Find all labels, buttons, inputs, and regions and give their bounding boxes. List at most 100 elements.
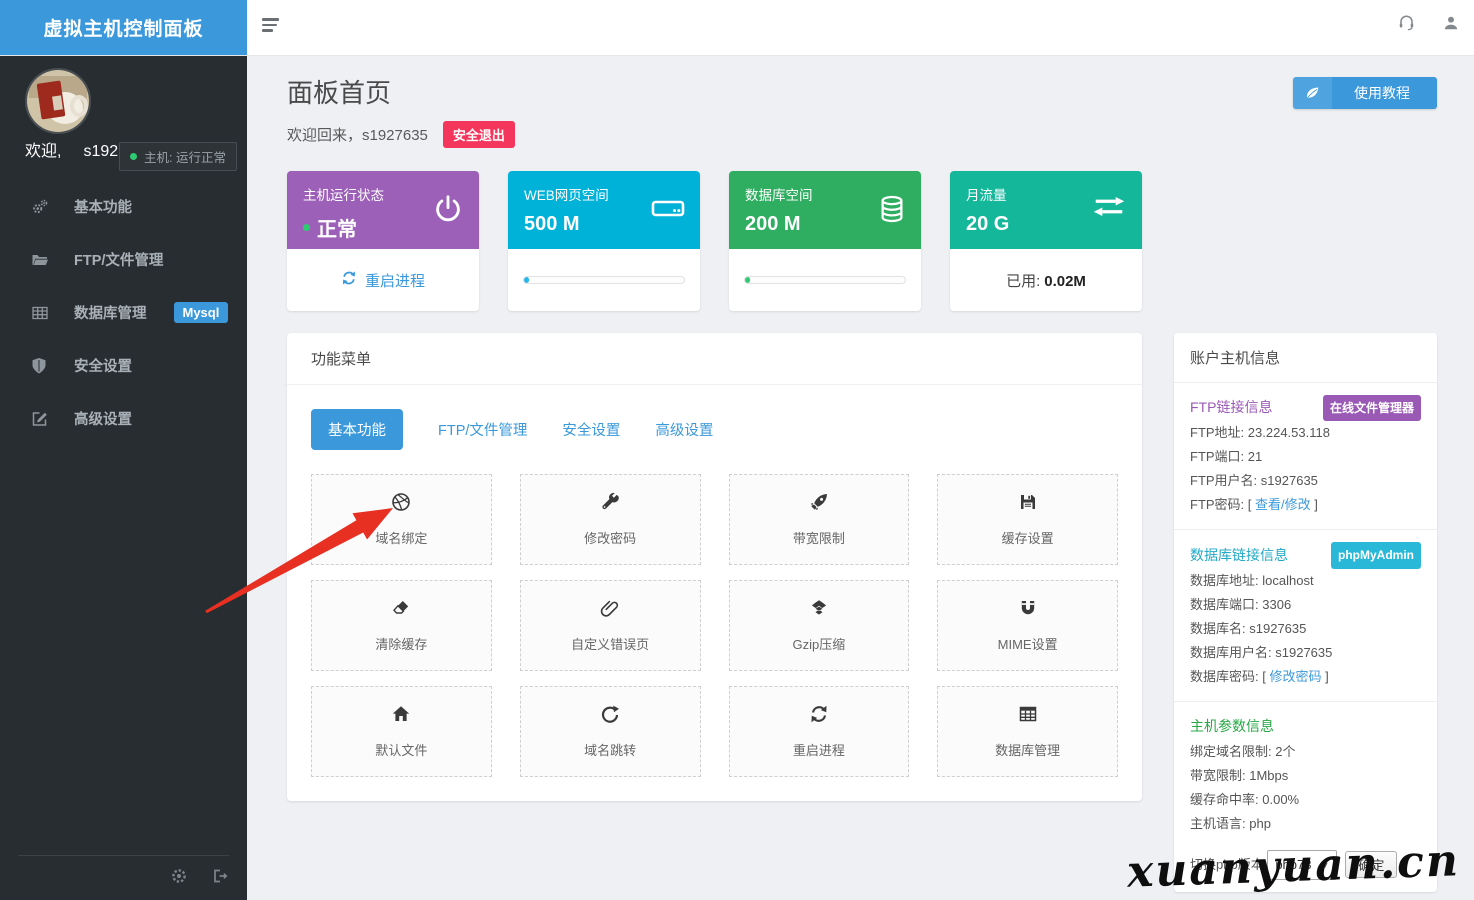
status-dot (303, 224, 310, 231)
tile-gzip-compression[interactable]: Gzip压缩 (729, 580, 910, 671)
ftp-info-section: FTP链接信息 在线文件管理器 FTP地址: 23.224.53.118 FTP… (1174, 383, 1437, 530)
tab-ftp-files[interactable]: FTP/文件管理 (438, 419, 527, 440)
host-params-heading: 主机参数信息 (1190, 714, 1421, 740)
signout-icon[interactable] (212, 868, 229, 889)
tile-custom-error-page[interactable]: 自定义错误页 (520, 580, 701, 671)
topbar: 虚拟主机控制面板 (0, 0, 1474, 56)
tile-restart-process[interactable]: 重启进程 (729, 686, 910, 777)
sidebar-item-basic-functions[interactable]: 基本功能 (0, 180, 247, 233)
db-password-modify-link[interactable]: 修改密码 (1269, 669, 1321, 684)
exchange-icon (1090, 193, 1128, 225)
sidebar-item-ftp-files[interactable]: FTP/文件管理 (0, 233, 247, 286)
tab-security[interactable]: 安全设置 (562, 419, 620, 440)
edit-icon (31, 410, 49, 428)
gear-icon[interactable] (171, 868, 187, 889)
home-icon (391, 704, 411, 729)
function-tile-grid: 域名绑定 修改密码 带宽限制 (311, 474, 1118, 777)
sidebar: 欢迎,s1927635 主机: 运行正常 基本功能 FTP/文件管理 数据库管理… (0, 55, 247, 900)
stat-card-db-space: 数据库空间 200 M (729, 171, 921, 311)
ftp-password-row: FTP密码: [ 查看/修改 ] (1190, 493, 1421, 517)
online-file-manager-button[interactable]: 在线文件管理器 (1323, 395, 1421, 421)
sidebar-item-label: 基本功能 (74, 196, 132, 217)
db-password-row: 数据库密码: [ 修改密码 ] (1190, 665, 1421, 689)
welcome-back-text: 欢迎回来，s1927635 (287, 124, 428, 145)
sidebar-item-label: 高级设置 (74, 408, 132, 429)
sidebar-item-label: 数据库管理 (74, 302, 147, 323)
logout-button[interactable]: 安全退出 (443, 121, 515, 148)
dropbox-icon (809, 598, 829, 623)
cache-hit-row: 缓存命中率: 0.00% (1190, 788, 1421, 812)
sidebar-nav: 基本功能 FTP/文件管理 数据库管理 Mysql 安全设置 高级设置 (0, 180, 247, 445)
save-icon (1018, 492, 1038, 517)
menu-toggle-icon[interactable] (262, 18, 279, 35)
sidebar-item-advanced[interactable]: 高级设置 (0, 392, 247, 445)
stat-card-traffic: 月流量 20 G 已用:0.02M (950, 171, 1142, 311)
bandwidth-limit-row: 带宽限制: 1Mbps (1190, 764, 1421, 788)
tutorial-button[interactable]: 使用教程 (1293, 77, 1437, 109)
account-info-panel: 账户主机信息 FTP链接信息 在线文件管理器 FTP地址: 23.224.53.… (1174, 333, 1437, 892)
wrench-icon (600, 492, 620, 517)
function-menu-title: 功能菜单 (287, 333, 1142, 385)
tile-domain-redirect[interactable]: 域名跳转 (520, 686, 701, 777)
refresh-icon (341, 270, 357, 290)
restart-process-link[interactable]: 重启进程 (341, 270, 425, 291)
db-info-heading: 数据库链接信息 (1190, 543, 1288, 569)
host-language-row: 主机语言: php (1190, 812, 1421, 836)
tile-clear-cache[interactable]: 清除缓存 (311, 580, 492, 671)
db-username-row: 数据库用户名: s1927635 (1190, 641, 1421, 665)
rocket-icon (809, 492, 829, 517)
sidebar-item-database[interactable]: 数据库管理 Mysql (0, 286, 247, 339)
tile-bandwidth-limit[interactable]: 带宽限制 (729, 474, 910, 565)
stat-cards: 主机运行状态 正常 重启进程 WEB网页空间 500 M (287, 171, 1142, 311)
user-icon[interactable] (1442, 14, 1460, 32)
function-tabs: 基本功能 FTP/文件管理 安全设置 高级设置 (311, 409, 1118, 450)
database-icon (877, 193, 907, 230)
gears-icon (31, 198, 49, 216)
tile-database-management[interactable]: 数据库管理 (937, 686, 1118, 777)
paperclip-icon (600, 598, 620, 623)
stat-card-host-status: 主机运行状态 正常 重启进程 (287, 171, 479, 311)
db-port-row: 数据库端口: 3306 (1190, 593, 1421, 617)
ftp-address-row: FTP地址: 23.224.53.118 (1190, 421, 1421, 445)
rotate-right-icon (600, 704, 620, 729)
refresh-icon (809, 704, 829, 729)
sidebar-item-security[interactable]: 安全设置 (0, 339, 247, 392)
function-menu-panel: 功能菜单 基本功能 FTP/文件管理 安全设置 高级设置 域名绑定 (287, 333, 1142, 801)
hdd-icon (650, 193, 686, 228)
ftp-password-view-modify-link[interactable]: 查看/修改 (1255, 497, 1311, 512)
eraser-icon (391, 598, 411, 623)
mysql-badge[interactable]: Mysql (174, 302, 229, 323)
phpmyadmin-button[interactable]: phpMyAdmin (1331, 542, 1421, 568)
tile-mime-settings[interactable]: MIME设置 (937, 580, 1118, 671)
status-dot (130, 153, 137, 160)
shield-icon (31, 357, 49, 375)
app-title: 虚拟主机控制面板 (0, 0, 247, 55)
main-content: 面板首页 欢迎回来，s1927635 安全退出 使用教程 主机运行状态 正常 (247, 55, 1474, 900)
power-icon (431, 193, 465, 232)
table-icon (31, 304, 49, 322)
tile-domain-binding[interactable]: 域名绑定 (311, 474, 492, 565)
magnet-icon (1018, 598, 1038, 623)
host-status-value: 正常 (317, 213, 357, 242)
db-name-row: 数据库名: s1927635 (1190, 617, 1421, 641)
traffic-used: 已用:0.02M (1006, 270, 1086, 291)
ftp-port-row: FTP端口: 21 (1190, 445, 1421, 469)
account-panel-title: 账户主机信息 (1174, 333, 1437, 383)
db-address-row: 数据库地址: localhost (1190, 569, 1421, 593)
web-space-progress (523, 276, 685, 284)
tile-change-password[interactable]: 修改密码 (520, 474, 701, 565)
sidebar-footer (18, 855, 229, 900)
ftp-info-heading: FTP链接信息 (1190, 395, 1272, 421)
tile-default-file[interactable]: 默认文件 (311, 686, 492, 777)
host-status-badge: 主机: 运行正常 (119, 142, 237, 171)
leaf-icon (1293, 77, 1332, 109)
tile-cache-settings[interactable]: 缓存设置 (937, 474, 1118, 565)
stat-card-web-space: WEB网页空间 500 M (508, 171, 700, 311)
tab-basic-functions[interactable]: 基本功能 (311, 409, 403, 450)
dribbble-icon (391, 492, 411, 517)
db-info-section: 数据库链接信息 phpMyAdmin 数据库地址: localhost 数据库端… (1174, 530, 1437, 701)
page-title: 面板首页 (287, 73, 391, 110)
avatar[interactable] (25, 68, 91, 134)
tab-advanced[interactable]: 高级设置 (655, 419, 713, 440)
headset-icon[interactable] (1397, 13, 1416, 32)
